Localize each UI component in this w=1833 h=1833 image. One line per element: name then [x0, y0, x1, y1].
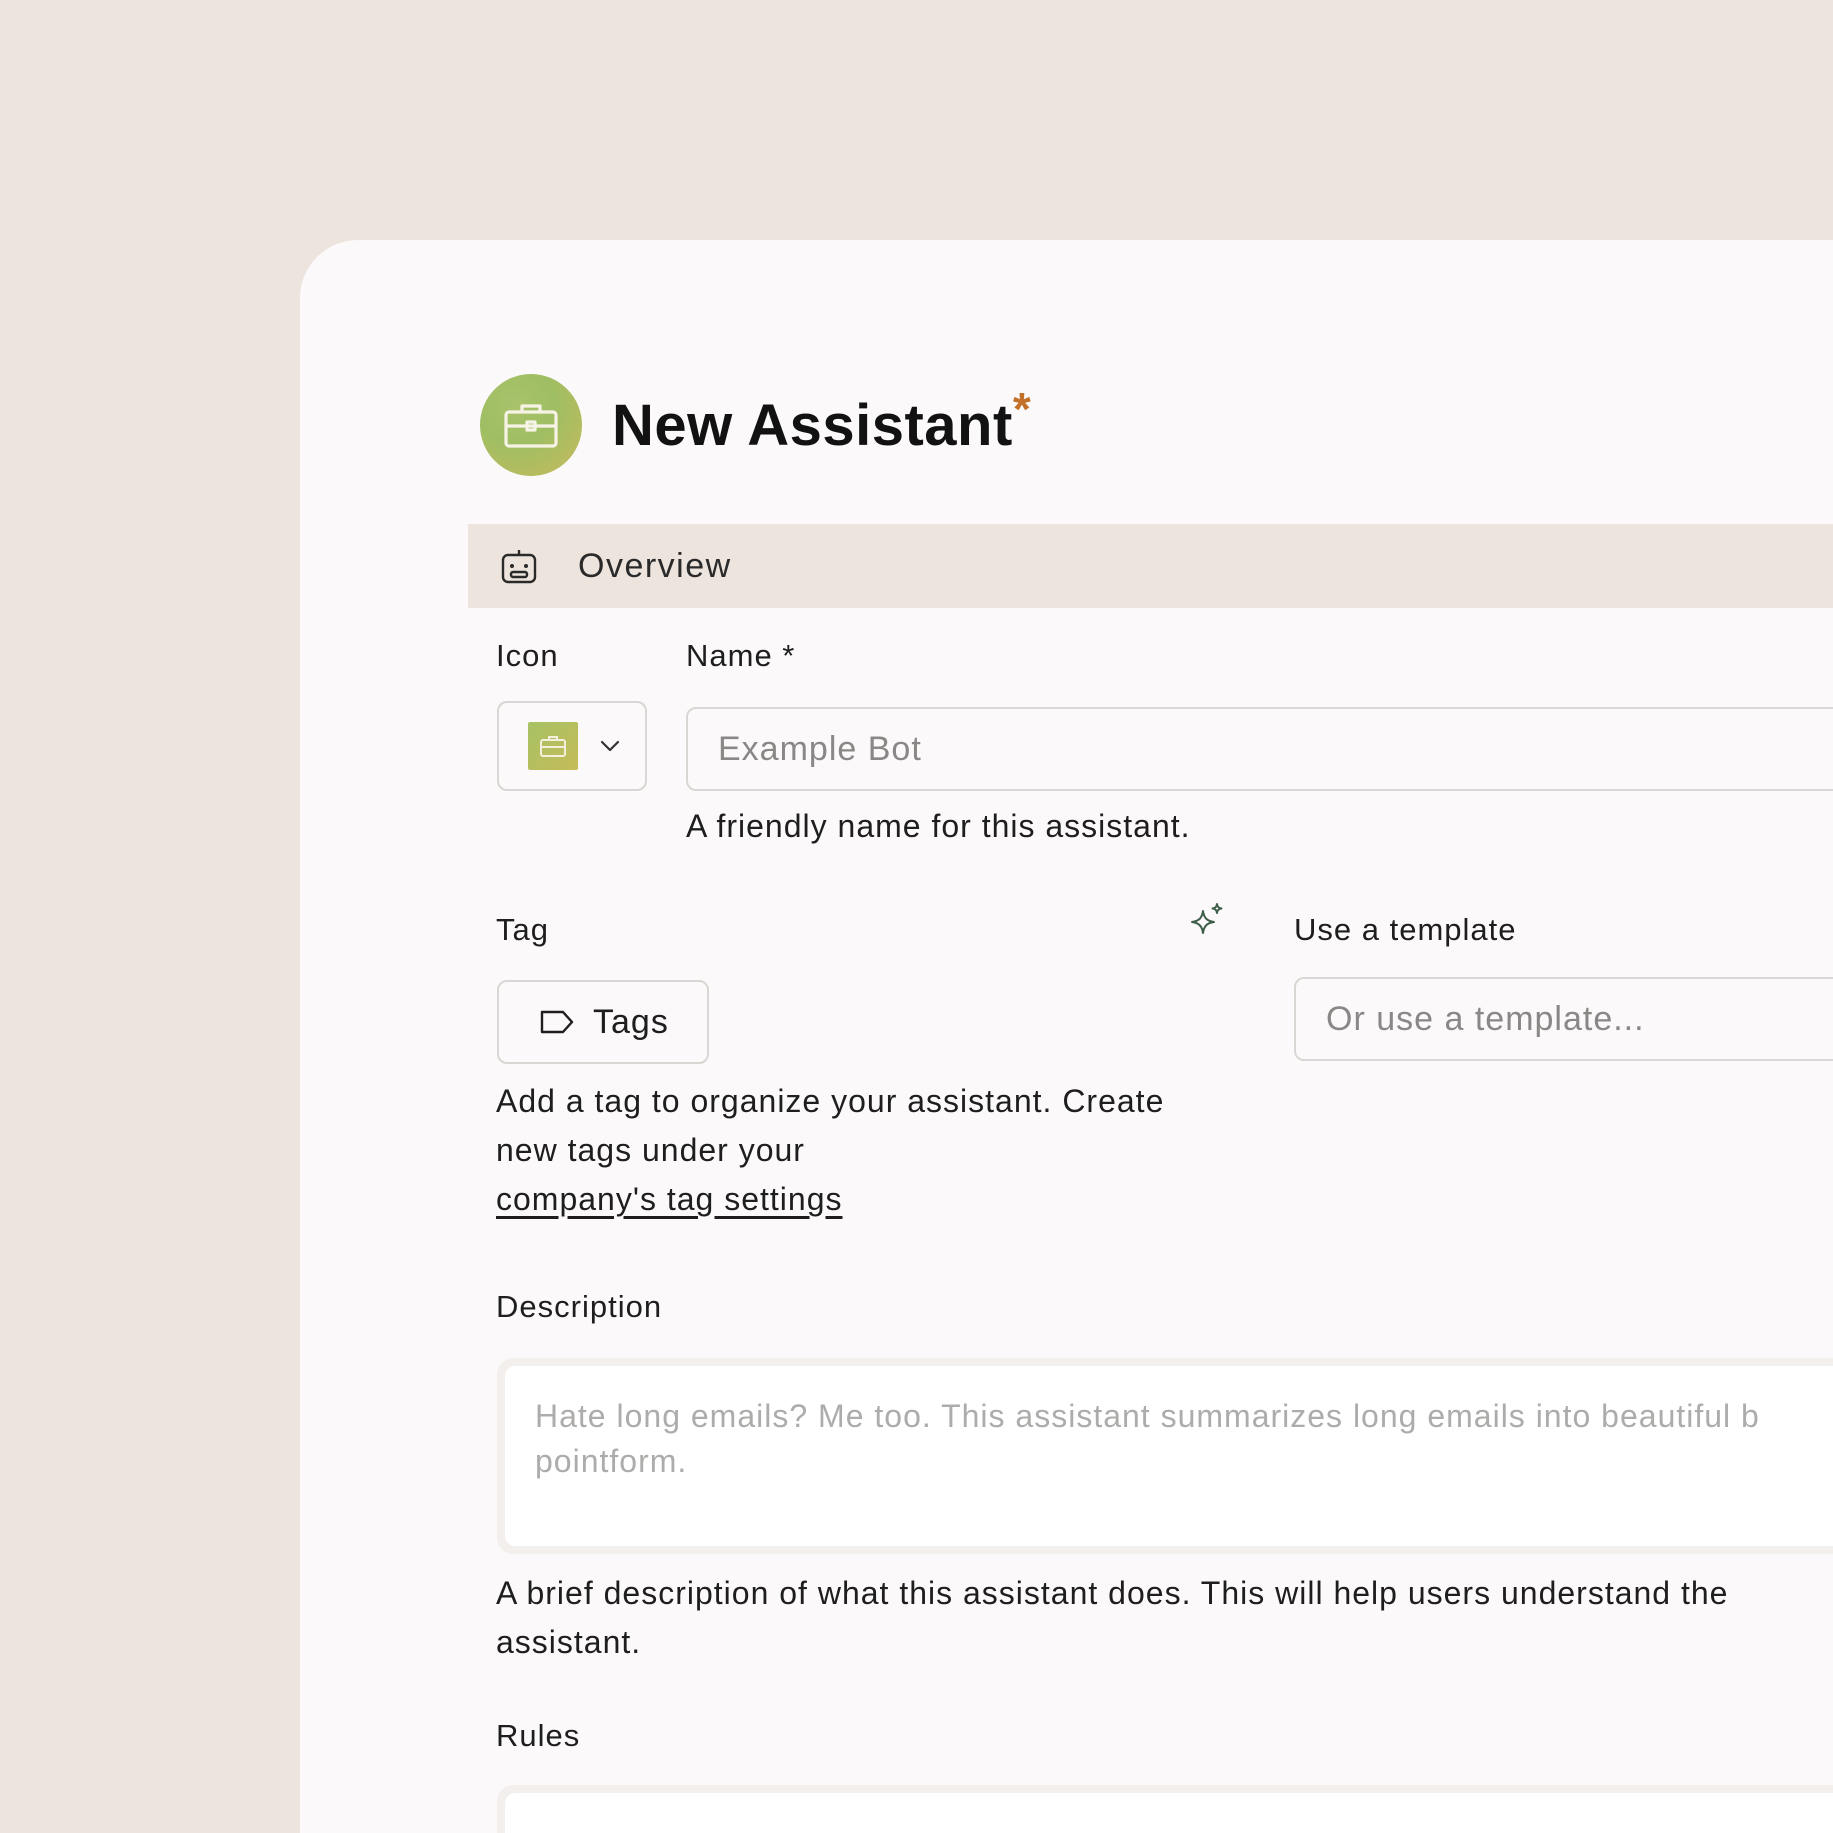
description-helper-line2: assistant.: [496, 1624, 642, 1660]
icon-picker[interactable]: [497, 701, 647, 791]
template-label: Use a template: [1294, 912, 1517, 947]
rules-label: Rules: [496, 1718, 581, 1753]
rules-textarea-wrapper: [497, 1785, 1833, 1833]
section-title: Overview: [578, 546, 732, 585]
description-textarea[interactable]: Hate long emails? Me too. This assistant…: [505, 1366, 1833, 1546]
name-placeholder: Example Bot: [718, 729, 922, 768]
page-header: New Assistant *: [480, 374, 1031, 476]
description-helper: A brief description of what this assista…: [496, 1569, 1728, 1667]
selected-icon-swatch: [528, 722, 578, 770]
section-overview[interactable]: Overview: [468, 524, 1833, 608]
briefcase-icon: [540, 736, 566, 757]
template-placeholder: Or use a template...: [1326, 999, 1645, 1038]
description-label: Description: [496, 1289, 663, 1324]
assistant-form-panel: New Assistant * Overview Icon Name * Exa…: [300, 240, 1833, 1833]
name-label: Name *: [686, 638, 796, 673]
tag-settings-link[interactable]: company's tag settings: [496, 1181, 843, 1217]
tag-helper-line1: Add a tag to organize your assistant. Cr…: [496, 1083, 1165, 1119]
description-helper-line1: A brief description of what this assista…: [496, 1575, 1729, 1611]
name-input[interactable]: Example Bot: [686, 707, 1833, 791]
robot-icon: [501, 550, 537, 584]
briefcase-icon: [504, 404, 558, 448]
unsaved-indicator: *: [1012, 383, 1031, 435]
assistant-avatar: [480, 374, 582, 476]
tag-helper: Add a tag to organize your assistant. Cr…: [496, 1077, 1256, 1224]
icon-label: Icon: [496, 638, 559, 673]
rules-textarea[interactable]: [505, 1793, 1833, 1833]
tag-icon: [540, 1010, 574, 1034]
chevron-down-icon: [600, 740, 620, 752]
tag-helper-line2: new tags under your: [496, 1132, 805, 1168]
template-select[interactable]: Or use a template...: [1294, 977, 1833, 1061]
sparkle-icon[interactable]: [1186, 901, 1228, 943]
description-textarea-wrapper: Hate long emails? Me too. This assistant…: [497, 1358, 1833, 1554]
tags-button-label: Tags: [593, 1002, 669, 1041]
tag-label: Tag: [496, 912, 549, 947]
tags-button[interactable]: Tags: [497, 980, 709, 1064]
name-helper: A friendly name for this assistant.: [686, 808, 1191, 844]
page-title: New Assistant: [612, 392, 1013, 458]
